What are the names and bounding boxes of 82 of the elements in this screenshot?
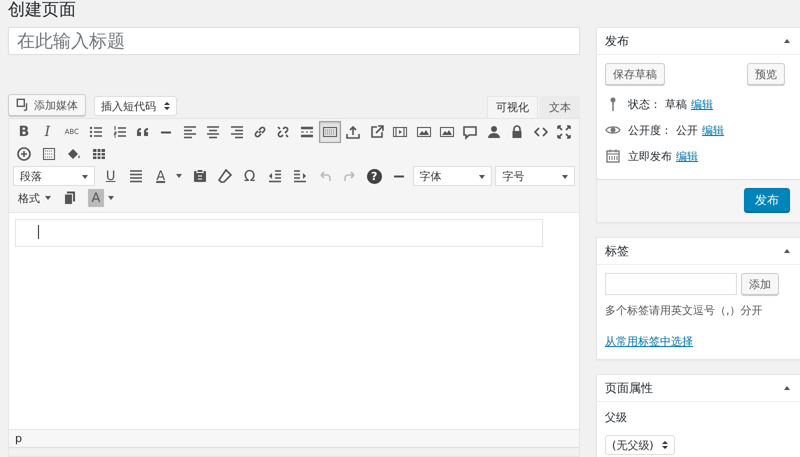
fullscreen-icon [556,124,572,140]
edit-link[interactable]: 编辑 [691,96,713,112]
horizontal-line-icon [392,174,405,178]
meta-value: 草稿 [665,96,687,112]
add-media-button[interactable]: 添加媒体 [8,94,86,116]
caret-icon[interactable] [176,174,182,178]
edit-link[interactable]: 编辑 [676,148,698,164]
meta-label: 立即发布 [628,148,672,164]
shortcode-select[interactable]: 插入短代码 [94,96,177,116]
help-button[interactable]: ? [366,168,382,184]
tag-input[interactable] [605,273,737,295]
element-path: p [9,429,579,447]
text-color-button[interactable]: A [150,165,172,187]
panel-title: 发布 [605,32,629,50]
meta-label: 公开度： [628,122,672,138]
person-icon [486,124,502,140]
meta-label: 状态： [628,96,661,112]
toolbar-dropdown[interactable]: 段落 [13,166,95,186]
background-color-button[interactable]: A [88,189,104,207]
editor-tab[interactable]: 文本 [540,96,580,118]
dotted-grid-icon [41,146,57,162]
publish-button[interactable]: 发布 [744,188,790,212]
caret-icon [479,175,486,179]
edit-link[interactable]: 编辑 [702,122,724,138]
parent-select[interactable]: (无父级) [605,435,675,455]
bold-button[interactable]: B [13,121,35,143]
keyboard-icon [322,124,338,140]
outdent-icon [266,168,283,184]
caret-icon [45,196,51,200]
caret-icon [82,175,88,179]
page-title: 创建页面 [8,0,77,20]
paint-bucket-icon [66,146,82,162]
editor-tab[interactable]: 可视化 [487,96,538,118]
save-draft-button[interactable]: 保存草稿 [605,63,665,85]
parent-label: 父级 [605,410,628,425]
text-cursor [38,225,39,239]
clipboard-icon [192,168,208,184]
collapse-icon[interactable] [784,39,790,43]
justify-icon [128,168,144,184]
align-center-icon [205,124,222,140]
collapse-icon[interactable] [784,249,790,253]
horizontal-line-icon [160,130,172,134]
tag-hint: 多个标签请用英文逗号（,）分开 [605,303,764,318]
link-icon [252,124,268,140]
speech-bubble-icon [462,124,478,140]
external-link-icon [368,124,385,140]
film-icon [392,124,408,140]
table-icon [91,146,107,162]
caret-icon[interactable] [108,196,114,200]
panel-title: 标签 [605,242,629,260]
image-icon [439,124,456,140]
updown-icon [164,102,170,110]
collapse-icon[interactable] [784,386,790,390]
toolbar-dropdown[interactable]: 字号 [495,166,575,186]
title-input[interactable]: 在此输入标题 [8,27,580,55]
align-right-icon [228,124,245,140]
updown-icon [662,441,668,449]
eraser-icon [216,168,233,184]
omega-button[interactable]: Ω [238,165,261,187]
panel-title: 页面属性 [605,380,653,396]
caret-icon [562,175,568,179]
add-tag-button[interactable]: 添加 [741,273,779,295]
toolbar-dropdown[interactable]: 字体 [412,166,492,186]
align-left-icon [182,124,198,140]
underline-button[interactable]: U [100,165,122,187]
bullet-list-icon [88,124,104,140]
format-menu[interactable]: 格式 [13,187,56,209]
meta-value: 公开 [676,122,698,138]
documents-icon [62,190,78,206]
numbered-list-icon [112,124,128,140]
plus-circle-icon [16,146,32,162]
indent-icon [292,168,308,184]
unlink-icon [275,124,292,140]
image-icon [416,124,432,140]
media-icon [16,98,30,112]
read-more-icon [298,124,315,140]
preview-button[interactable]: 预览 [747,63,785,85]
upload-icon [345,124,362,140]
keyboard-button[interactable] [319,121,342,143]
calendar-icon [605,148,621,164]
choose-tags-link[interactable]: 从常用标签中选择 [605,334,693,349]
italic-button[interactable]: I [36,121,58,143]
